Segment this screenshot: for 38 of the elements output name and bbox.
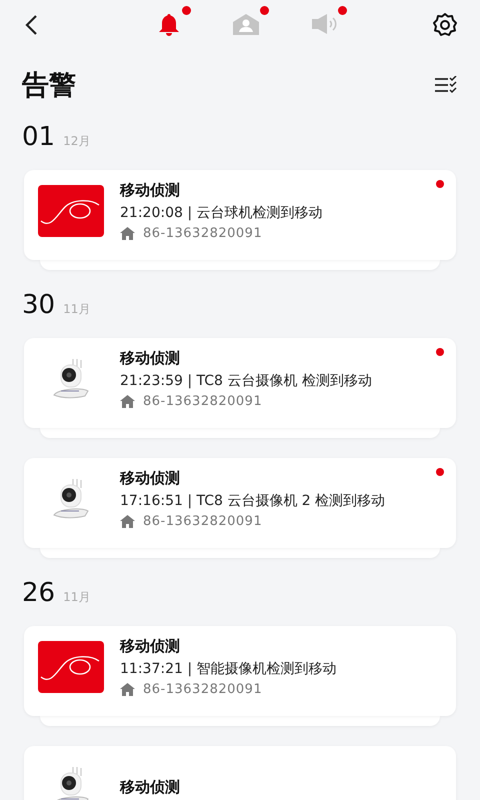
device-number: 86-13632820091 bbox=[143, 514, 262, 529]
date-month: 11月 bbox=[63, 301, 90, 318]
date-day: 26 bbox=[22, 578, 56, 608]
home-icon bbox=[120, 227, 135, 240]
swirl-logo bbox=[38, 641, 104, 693]
event-title: 移动侦测 bbox=[120, 778, 180, 796]
home-icon bbox=[120, 395, 135, 408]
device-number: 86-13632820091 bbox=[143, 226, 262, 241]
event-detail: 21:20:08 | 云台球机检测到移动 bbox=[120, 204, 322, 222]
home-icon bbox=[120, 515, 135, 528]
event-title: 移动侦测 bbox=[120, 349, 181, 368]
back-button[interactable] bbox=[24, 14, 38, 36]
checklist-button[interactable] bbox=[434, 76, 458, 94]
alarm-card[interactable]: 移动侦测 21:23:59 | TC8 云台摄像机 检测到移动 86-13632820091 bbox=[24, 338, 456, 428]
home-person-icon bbox=[232, 13, 260, 35]
page-title: 告警 bbox=[22, 69, 76, 103]
event-detail: 11:37:21 | 智能摄像机检测到移动 bbox=[120, 660, 336, 678]
alarm-card[interactable]: 移动侦测 17:16:51 | TC8 云台摄像机 2 检测到移动 86-13632820091 bbox=[24, 458, 456, 548]
event-title: 移动侦测 bbox=[120, 181, 181, 200]
alarm-card[interactable]: 移动侦测 bbox=[24, 746, 456, 800]
swirl-logo bbox=[38, 185, 104, 237]
device-number: 86-13632820091 bbox=[143, 682, 262, 697]
camera-icon bbox=[51, 477, 91, 521]
date-month: 11月 bbox=[63, 589, 90, 606]
device-number: 86-13632820091 bbox=[143, 394, 262, 409]
settings-button[interactable] bbox=[432, 12, 458, 38]
event-title: 移动侦测 bbox=[120, 637, 181, 656]
date-month: 12月 bbox=[63, 133, 90, 150]
alarm-card[interactable]: 移动侦测 11:37:21 | 智能摄像机检测到移动 86-13632820091 bbox=[24, 626, 456, 716]
event-detail: 17:16:51 | TC8 云台摄像机 2 检测到移动 bbox=[120, 492, 386, 510]
date-day: 01 bbox=[22, 122, 56, 152]
date-day: 30 bbox=[22, 290, 56, 320]
camera-icon bbox=[51, 357, 91, 401]
alarm-card[interactable]: 移动侦测 21:20:08 | 云台球机检测到移动 86-13632820091 bbox=[24, 170, 456, 260]
speaker-icon bbox=[310, 13, 338, 35]
event-title: 移动侦测 bbox=[120, 469, 181, 488]
home-icon bbox=[120, 683, 135, 696]
event-detail: 21:23:59 | TC8 云台摄像机 检测到移动 bbox=[120, 372, 372, 390]
